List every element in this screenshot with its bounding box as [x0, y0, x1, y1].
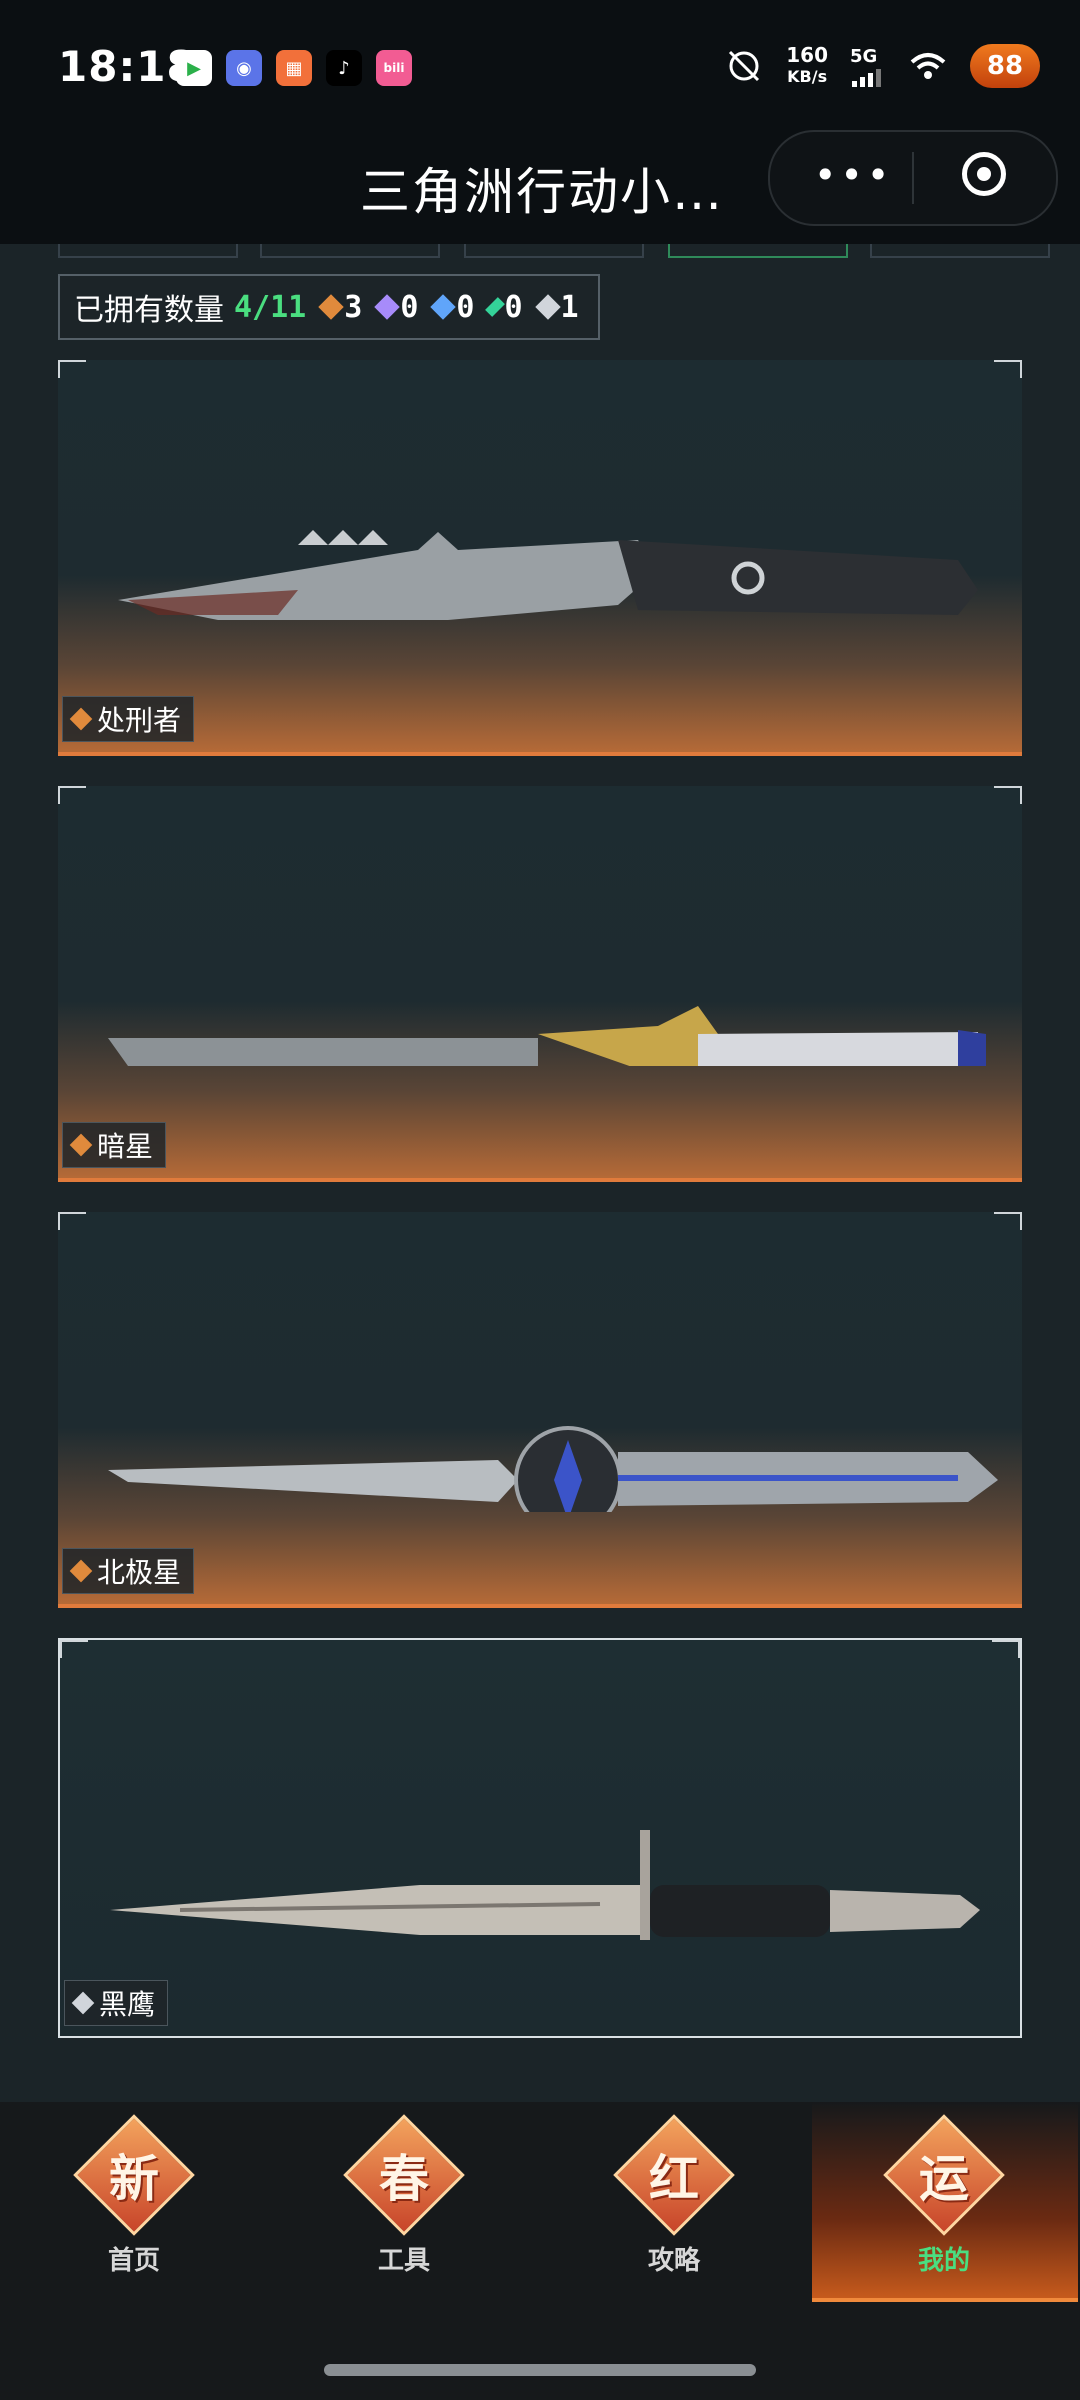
knife-card-blackhawk[interactable]: 黑鹰	[58, 1638, 1022, 2038]
network-speed: 160 KB/s	[786, 44, 828, 88]
tiktok-icon: ♪	[326, 50, 362, 86]
rarity-count-green: 0	[485, 289, 523, 325]
knife-name-tag: 北极星	[62, 1548, 195, 1594]
nav-mine[interactable]: 运 我的	[864, 2114, 1024, 2282]
corner-bracket	[58, 1212, 86, 1230]
emblem-char: 春	[379, 2150, 429, 2208]
knife-image-blackhawk	[110, 1830, 980, 1940]
white-diamond-icon	[71, 1991, 95, 2015]
corner-bracket	[992, 1640, 1020, 1658]
knife-name-tag: 暗星	[62, 1122, 167, 1168]
rarity-count-value: 0	[456, 289, 475, 325]
signal-indicator: 5G	[850, 46, 886, 87]
battery-badge: 88	[970, 44, 1040, 88]
purple-diamond-icon	[374, 294, 401, 320]
guides-emblem-icon: 红	[613, 2114, 735, 2236]
corner-bracket	[58, 360, 86, 378]
page-title: 三角洲行动小…	[360, 163, 724, 221]
corner-bracket	[994, 360, 1022, 378]
nav-label: 工具	[377, 2246, 430, 2276]
bilibili-icon: bili	[376, 50, 412, 86]
tools-emblem-icon: 春	[343, 2114, 465, 2236]
knife-name-tag: 处刑者	[62, 696, 195, 742]
tab-edge-active[interactable]	[668, 244, 848, 258]
knife-name: 黑鹰	[99, 1988, 156, 2021]
knife-name: 处刑者	[97, 704, 182, 737]
app-icon-blue: ◉	[226, 50, 262, 86]
gold-diamond-icon	[69, 707, 93, 731]
knife-image-darkstar	[108, 1006, 986, 1066]
blue-diamond-icon	[430, 294, 457, 320]
mine-emblem-icon: 运	[883, 2114, 1005, 2236]
rarity-count-value: 3	[344, 289, 363, 325]
status-right: 160 KB/s 5G 88	[724, 44, 1040, 88]
white-diamond-icon	[534, 294, 561, 320]
network-speed-value: 160	[786, 43, 828, 67]
category-tabs-remnant	[58, 244, 1050, 258]
tab-edge[interactable]	[870, 244, 1050, 258]
app-icon-orange: ▦	[276, 50, 312, 86]
nav-label: 首页	[107, 2246, 160, 2276]
corner-bracket	[60, 1640, 88, 1658]
signal-bars-icon	[852, 68, 881, 87]
owned-count-bar: 已拥有数量 4/11 3 0 0 0 1	[58, 274, 600, 340]
gold-diamond-icon	[69, 1559, 93, 1583]
nav-tools[interactable]: 春 工具	[324, 2114, 484, 2282]
nav-label: 我的	[917, 2246, 970, 2276]
knife-image-executioner	[118, 530, 978, 620]
knife-name-tag: 黑鹰	[64, 1980, 169, 2026]
top-header: 18:18 ▶ ◉ ▦ ♪ bili 160 KB/s 5G 88 三角洲行动小…	[0, 0, 1080, 244]
status-bar: 18:18 ▶ ◉ ▦ ♪ bili 160 KB/s 5G 88	[0, 0, 1080, 140]
rarity-count-white: 1	[534, 289, 579, 325]
knife-name: 暗星	[97, 1130, 154, 1163]
rarity-count-value: 0	[400, 289, 419, 325]
tab-edge[interactable]	[464, 244, 644, 258]
gold-diamond-icon	[69, 1133, 93, 1157]
emblem-char: 红	[649, 2150, 699, 2208]
knife-name: 北极星	[97, 1556, 182, 1589]
close-miniprogram-icon[interactable]	[962, 152, 1006, 196]
network-speed-unit: KB/s	[787, 67, 828, 86]
owned-value: 4/11	[234, 289, 307, 325]
tab-edge[interactable]	[58, 244, 238, 258]
rarity-count-value: 0	[504, 289, 523, 325]
corner-bracket	[58, 786, 86, 804]
nav-home[interactable]: 新 首页	[54, 2114, 214, 2282]
capsule-divider	[912, 152, 914, 204]
bottom-navigation: 新 首页 春 工具 红 攻略 运 我的	[0, 2102, 1080, 2400]
rarity-count-value: 1	[560, 289, 579, 325]
rarity-count-gold: 3	[318, 289, 363, 325]
notification-icons: ▶ ◉ ▦ ♪ bili	[176, 50, 412, 86]
play-store-icon: ▶	[176, 50, 212, 86]
emblem-char: 新	[109, 2150, 159, 2208]
no-alarm-icon	[729, 50, 760, 82]
more-menu-icon[interactable]: •••	[814, 156, 893, 194]
green-diamond-icon	[485, 297, 506, 317]
home-indicator[interactable]	[324, 2364, 756, 2376]
title-bar: 三角洲行动小… •••	[0, 130, 1080, 244]
gold-diamond-icon	[318, 294, 344, 320]
signal-type: 5G	[850, 45, 878, 67]
knife-card-polaris[interactable]: 北极星	[58, 1212, 1022, 1608]
emblem-char: 运	[919, 2150, 969, 2208]
tab-edge[interactable]	[260, 244, 440, 258]
owned-label: 已拥有数量	[74, 293, 224, 328]
wifi-icon	[910, 53, 946, 79]
knife-image-polaris	[108, 1426, 998, 1512]
knife-card-executioner[interactable]: 处刑者	[58, 360, 1022, 756]
miniprogram-capsule: •••	[768, 130, 1058, 226]
rarity-count-blue: 0	[430, 289, 475, 325]
corner-bracket	[994, 786, 1022, 804]
knife-card-darkstar[interactable]: 暗星	[58, 786, 1022, 1182]
home-emblem-icon: 新	[73, 2114, 195, 2236]
nav-guides[interactable]: 红 攻略	[594, 2114, 754, 2282]
corner-bracket	[994, 1212, 1022, 1230]
nav-label: 攻略	[647, 2246, 700, 2276]
rarity-count-purple: 0	[374, 289, 419, 325]
